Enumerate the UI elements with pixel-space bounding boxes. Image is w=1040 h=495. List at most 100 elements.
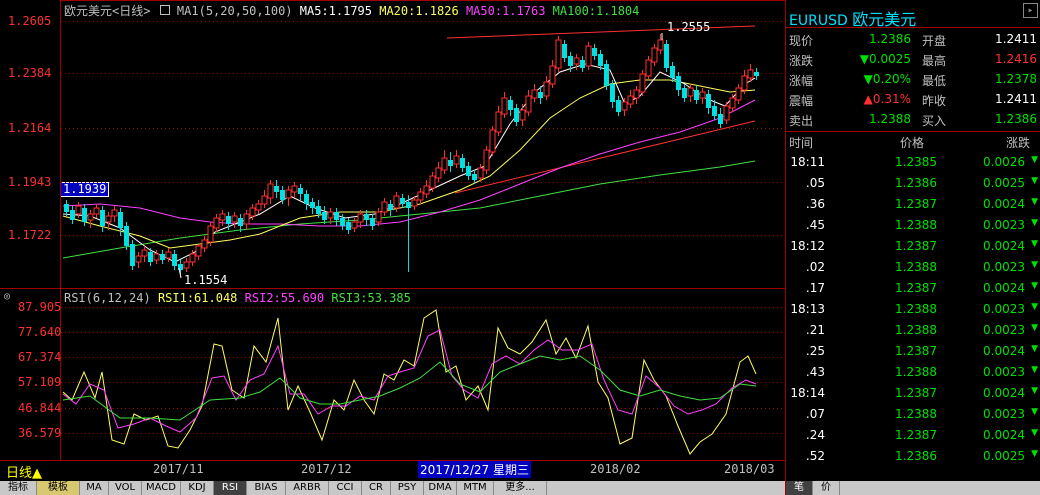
candle-body	[573, 57, 580, 65]
tab-tick[interactable]: 笔	[786, 481, 813, 495]
x-tick: 2017/12	[301, 462, 352, 476]
candle-body	[370, 218, 375, 226]
tick-time: 18:11	[790, 155, 825, 169]
candle-body	[130, 244, 135, 266]
tick-time: .07	[805, 407, 825, 421]
tick-price: 1.2388	[895, 260, 937, 274]
quote-value: 1.2416	[995, 52, 1037, 66]
candle-body	[64, 204, 69, 212]
candle-body	[316, 206, 321, 214]
quote-value: 1.2386	[995, 112, 1037, 126]
candle-body	[508, 100, 513, 110]
kline-chart-area[interactable]: 欧元美元<日线> MA1(5,20,50,100) MA5:1.1795 MA2…	[0, 0, 785, 481]
candle-body	[195, 245, 202, 257]
candle-body	[460, 158, 465, 168]
tab-price[interactable]: 价	[813, 481, 840, 495]
candle-body	[657, 39, 664, 51]
tick-time: .05	[805, 176, 825, 190]
tick-change: 0.0023	[983, 260, 1025, 274]
tab-arbr[interactable]: ARBR	[286, 481, 329, 495]
tab-psy[interactable]: PSY	[391, 481, 424, 495]
candle-body	[291, 185, 298, 193]
quote-value: ▲0.31%	[863, 92, 911, 106]
tick-change: 0.0023	[983, 302, 1025, 316]
candle-body	[351, 221, 358, 229]
candle-body	[172, 254, 177, 266]
tab-mtm[interactable]: MTM	[457, 481, 494, 495]
tick-change: 0.0023	[983, 218, 1025, 232]
tick-row: 18:13 1.2388 0.0023 ▼	[786, 299, 1040, 320]
tick-change: 0.0026	[983, 155, 1025, 169]
tick-row: .52 1.2386 0.0025 ▼	[786, 446, 1040, 467]
rsi-params: RSI(6,12,24)	[64, 291, 151, 305]
candle-body	[148, 252, 153, 262]
tick-change: 0.0024	[983, 197, 1025, 211]
candle-body	[495, 111, 502, 133]
candle-body	[70, 210, 75, 220]
candle-body	[219, 213, 226, 221]
tick-price: 1.2387	[895, 428, 937, 442]
tick-price: 1.2387	[895, 386, 937, 400]
down-arrow-icon: ▼	[1031, 344, 1038, 354]
tab-bias[interactable]: BIAS	[247, 481, 286, 495]
down-arrow-icon: ▼	[1031, 155, 1038, 165]
tab-rsi[interactable]: RSI	[214, 481, 247, 495]
tab-cci[interactable]: CCI	[329, 481, 362, 495]
candle-body	[393, 195, 400, 209]
rsi1-value: RSI1:61.048	[157, 291, 238, 305]
tab-kdj[interactable]: KDJ	[181, 481, 214, 495]
down-arrow-icon: ▼	[1031, 176, 1038, 186]
quote-value: 1.2388	[869, 112, 911, 126]
candle-body	[261, 195, 268, 205]
tab-ma[interactable]: MA	[80, 481, 109, 495]
candle-body	[406, 202, 411, 208]
candle-body	[429, 175, 436, 189]
tab-vol[interactable]: VOL	[109, 481, 142, 495]
down-arrow-icon: ▼	[1031, 365, 1038, 375]
rsi-tick: 46.844	[18, 401, 62, 415]
candle-body	[741, 75, 748, 91]
candle-body	[645, 59, 652, 77]
tick-header-time: 时间	[789, 136, 814, 150]
tick-price: 1.2388	[895, 365, 937, 379]
indicator-tab-bar: 指标 模板 MA VOL MACD KDJ RSI BIAS ARBR CCI …	[0, 481, 785, 495]
period-selector-button[interactable]: 日线▲	[6, 462, 42, 481]
chart-canvas: 1.2555 1.1554 ◎	[0, 0, 785, 461]
tab-template[interactable]: 模板	[37, 481, 80, 495]
candle-body	[519, 109, 526, 121]
tick-time: .21	[805, 323, 825, 337]
panel-tab-bar: 笔 价	[786, 481, 1040, 495]
tab-more[interactable]: 更多...	[494, 481, 547, 495]
tick-price: 1.2387	[895, 281, 937, 295]
candle-body	[285, 189, 292, 199]
candle-body	[87, 213, 94, 221]
quote-label: 涨跌	[789, 54, 814, 68]
tab-macd[interactable]: MACD	[142, 481, 181, 495]
candle-body	[280, 190, 285, 200]
candle-body	[549, 65, 556, 85]
rsi-tick: 57.109	[18, 375, 62, 389]
tick-row: .36 1.2387 0.0024 ▼	[786, 194, 1040, 215]
tab-dma[interactable]: DMA	[424, 481, 457, 495]
candle-body	[489, 129, 496, 153]
tick-row: .24 1.2387 0.0024 ▼	[786, 425, 1040, 446]
quote-value: 1.2378	[995, 72, 1037, 86]
quote-row: 震幅 ▲0.31% 昨收 1.2411	[786, 89, 1040, 110]
tick-row: 18:11 1.2385 0.0026 ▼	[786, 152, 1040, 173]
candle-body	[448, 160, 453, 166]
tab-cr[interactable]: CR	[362, 481, 391, 495]
candle-body	[111, 209, 118, 217]
x-tick: 2018/02	[590, 462, 641, 476]
candle-body	[483, 149, 490, 171]
candle-body	[411, 199, 418, 207]
quote-value: 1.2411	[995, 92, 1037, 106]
tick-change: 0.0024	[983, 239, 1025, 253]
candle-body	[616, 100, 621, 112]
quote-row: 现价 1.2386 开盘 1.2411	[786, 29, 1040, 50]
x-cursor-label: 2017/12/27 星期三	[418, 461, 531, 478]
panel-toggle-icon[interactable]: ▸	[1023, 3, 1038, 18]
candle-body	[754, 72, 759, 76]
quote-label: 最低	[922, 74, 947, 88]
candle-body	[676, 76, 681, 90]
tab-indicator[interactable]: 指标	[0, 481, 37, 495]
